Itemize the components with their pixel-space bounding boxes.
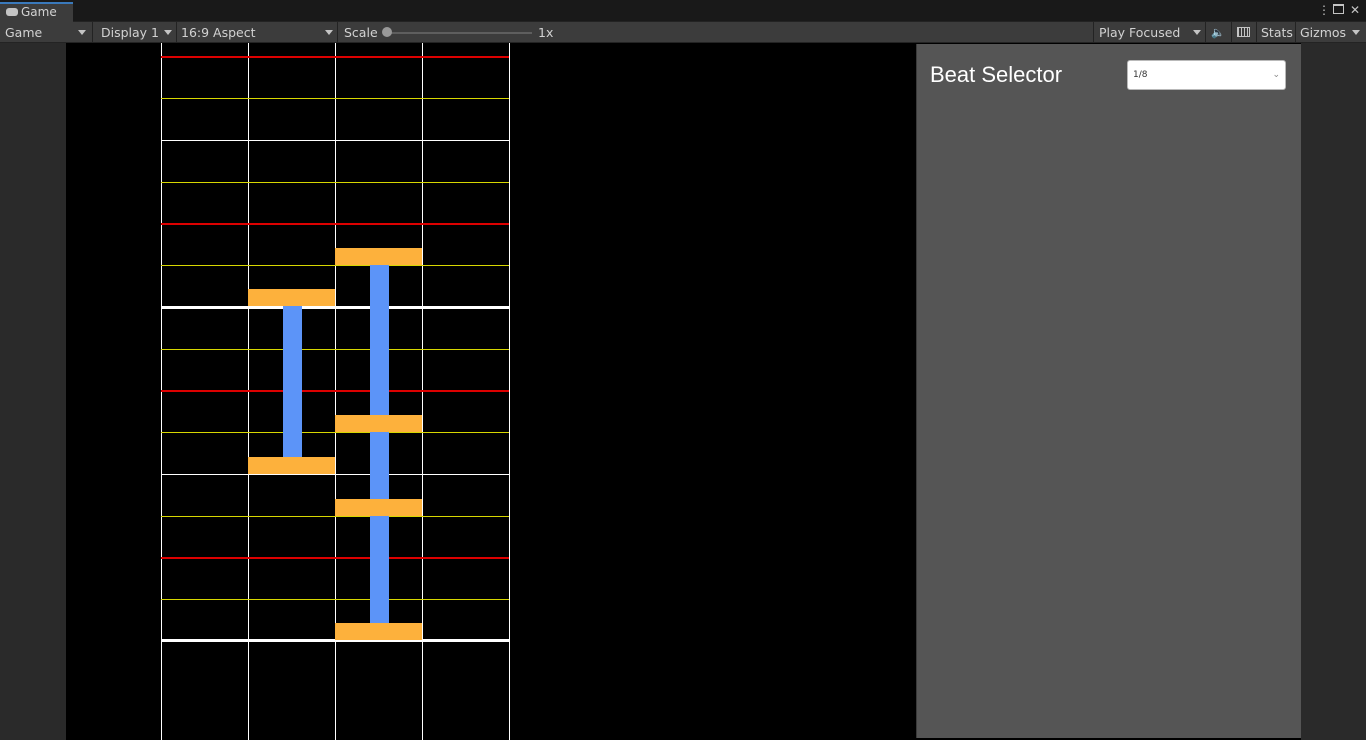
play-mode-label: Play Focused: [1099, 25, 1181, 40]
right-letterbox: [1301, 43, 1366, 740]
chevron-down-icon: ⌄: [1272, 70, 1280, 80]
beat-line: [161, 223, 509, 225]
note-head[interactable]: [335, 499, 422, 516]
separator: [1205, 22, 1206, 43]
note-head[interactable]: [335, 415, 422, 432]
separator: [1093, 22, 1094, 43]
gizmos-arrow-icon: [1352, 30, 1360, 35]
separator: [1256, 22, 1257, 43]
display-dropdown[interactable]: Display 1: [101, 22, 159, 43]
beat-line: [161, 56, 509, 58]
separator: [176, 22, 177, 43]
beat-line: [161, 182, 509, 183]
keyboard-icon[interactable]: [1237, 27, 1250, 37]
gamepad-icon: [6, 8, 18, 16]
beat-line: [161, 390, 509, 392]
scale-slider-thumb[interactable]: [382, 27, 392, 37]
close-icon[interactable]: ✕: [1350, 3, 1360, 17]
note-head[interactable]: [335, 623, 422, 640]
stats-button[interactable]: Stats: [1261, 22, 1293, 43]
note-head[interactable]: [248, 457, 335, 474]
beat-line: [161, 599, 509, 600]
game-view-toolbar: Game Display 1 16:9 Aspect Scale 1x Play…: [0, 22, 1366, 43]
separator: [1295, 22, 1296, 43]
hold-note-body[interactable]: [370, 265, 389, 623]
speaker-icon[interactable]: 🔈: [1211, 22, 1225, 43]
beat-line: [161, 140, 509, 141]
note-head[interactable]: [335, 248, 422, 265]
game-viewport[interactable]: Beat Selector 1/8 ⌄: [66, 43, 1301, 740]
aspect-dropdown[interactable]: 16:9 Aspect: [181, 22, 256, 43]
left-letterbox: [0, 43, 66, 740]
note-head[interactable]: [248, 289, 335, 306]
beat-selector-title: Beat Selector: [930, 62, 1063, 87]
hold-note-body[interactable]: [283, 306, 302, 457]
beat-line: [161, 432, 509, 433]
beat-line: [161, 557, 509, 559]
play-mode-arrow-icon: [1193, 30, 1201, 35]
beat-line: [161, 516, 509, 517]
maximize-icon[interactable]: [1333, 4, 1344, 14]
beat-selector-panel: Beat Selector 1/8 ⌄: [916, 44, 1301, 738]
measure-line: [161, 306, 509, 309]
beat-line: [161, 265, 509, 266]
beat-line: [161, 98, 509, 99]
aspect-dropdown-label: 16:9 Aspect: [181, 25, 256, 40]
separator: [1231, 22, 1232, 43]
beat-line: [161, 474, 509, 475]
window-tab-bar: Game ⋮ ✕: [0, 0, 1366, 22]
scale-value: 1x: [538, 25, 554, 40]
separator: [92, 22, 93, 43]
gizmos-button[interactable]: Gizmos: [1300, 22, 1346, 43]
beat-line: [161, 349, 509, 350]
gizmos-label: Gizmos: [1300, 25, 1347, 40]
tab-game-label: Game: [21, 5, 57, 19]
beat-selector-value: 1/8: [1133, 70, 1148, 80]
stats-label: Stats: [1261, 25, 1293, 40]
view-dropdown-arrow-icon: [78, 30, 86, 35]
scale-slider-track[interactable]: [386, 32, 532, 34]
view-dropdown-label: Game: [5, 25, 43, 40]
lane-divider: [509, 43, 510, 740]
kebab-menu-icon[interactable]: ⋮: [1318, 3, 1330, 17]
scale-label: Scale: [344, 25, 378, 40]
play-mode-dropdown[interactable]: Play Focused: [1099, 22, 1180, 43]
display-dropdown-arrow-icon: [164, 30, 172, 35]
display-dropdown-label: Display 1: [101, 25, 160, 40]
separator: [337, 22, 338, 43]
tab-game[interactable]: Game: [0, 2, 73, 22]
beat-selector-dropdown[interactable]: 1/8 ⌄: [1127, 60, 1286, 90]
aspect-dropdown-arrow-icon: [325, 30, 333, 35]
